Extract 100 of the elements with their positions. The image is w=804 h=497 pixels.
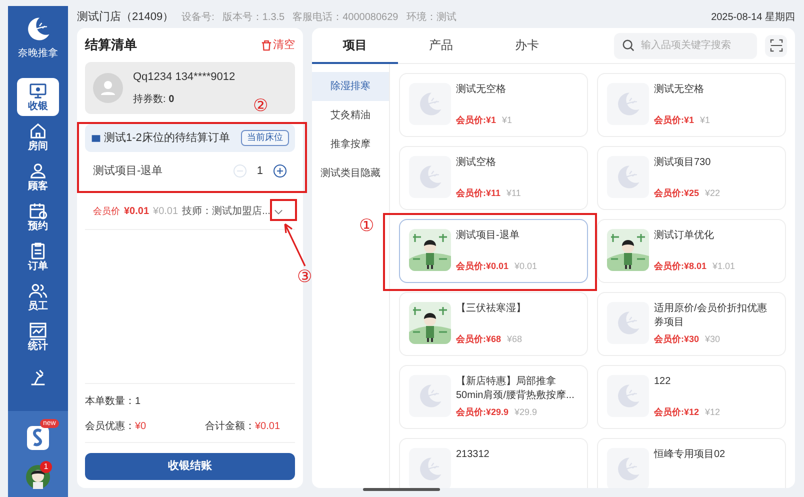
logo-text: 奈晚推拿 [18,46,58,61]
scan-button[interactable] [765,34,787,56]
item-card[interactable]: 213312 [399,438,588,488]
item-title: 测试项目-退单 [456,229,520,243]
nav-item[interactable]: 预约 [17,198,59,236]
member-price: 会员价:¥8.01 [654,260,707,272]
nav-item[interactable]: 房间 [17,118,59,156]
order-title: 测试1-2床位的待结算订单 [104,130,230,146]
item-card[interactable]: 测试无空格 会员价:¥1 ¥1 [597,73,786,137]
coupon-count: 持券数: 0 [133,92,176,107]
item-card[interactable]: 适用原价/会员价折扣优惠券项目 会员价:¥30 ¥30 [597,292,786,356]
original-price: ¥29.9 [514,406,538,418]
service-phone: 客服电话：4000080629 [292,10,398,24]
app-logo-icon[interactable] [26,425,50,451]
item-title: 恒峰专用项目02 [654,448,726,462]
chart-icon [28,321,48,341]
item-card[interactable]: 【新店特惠】局部推拿50min肩颈/腰背热敷按摩... 会员价:¥29.9 ¥29.9 [399,365,588,429]
original-price: ¥1 [502,114,512,126]
item-card[interactable]: 122 会员价:¥12 ¥12 [597,365,786,429]
item-name: 测试项目-退单 [93,164,163,179]
current-bed-button[interactable]: 当前床位 [241,130,289,146]
avatar-placeholder-icon [93,73,123,103]
item-card[interactable]: 测试项目-退单 会员价:¥0.01 ¥0.01 [399,219,588,283]
panel-title: 结算清单 [85,36,137,54]
original-price: ¥68 [507,332,522,346]
category-item[interactable]: 除湿排寒 [312,72,389,101]
search-input[interactable]: 输入品项关键字搜索 [641,38,741,53]
person-icon [28,161,48,181]
tab[interactable]: 办卡 [484,28,570,64]
tab[interactable]: 项目 [312,28,398,64]
category-item[interactable]: 推拿按摩 [312,130,389,159]
total-label: 合计金额： [205,420,255,434]
arrow [281,221,307,267]
original-price: ¥11 [506,186,521,200]
nav-item[interactable]: 收银 [17,78,59,116]
original-price: ¥30 [705,332,720,346]
price-label: 会员价 [93,204,120,218]
member-price: 会员价:¥0.01 [456,260,509,272]
original-price: ¥1.01 [712,260,736,272]
chevron-down-icon[interactable] [274,208,284,214]
tab[interactable]: 产品 [398,28,484,64]
member-price: 会员价:¥1 [456,114,496,126]
calendar-icon [28,201,48,221]
total-value: ¥0.01 [255,420,280,434]
original-price: ¥0.01 [514,260,538,272]
category-item[interactable]: 艾灸精油 [312,101,389,130]
search-field[interactable]: 输入品项关键字搜索 [614,32,757,58]
nav-item[interactable]: 订单 [17,238,59,276]
item-title: 测试无空格 [456,83,507,97]
discount-label: 会员优惠： [85,420,135,434]
checkout-button[interactable]: 收银结账 [85,453,295,480]
original-price: ¥0.01 [153,205,178,219]
item-count: 本单数量：1 [85,394,142,409]
quantity: 1 [256,164,263,179]
highlight-frame [270,199,297,221]
item-title: 测试空格 [456,156,497,170]
category-item[interactable]: 测试类目隐藏 [312,159,389,188]
store-name: 测试门店（21409） [77,10,174,25]
date-label: 2025-08-14 星期四 [711,10,795,24]
item-card[interactable]: 恒峰专用项目02 [597,438,786,488]
item-title: 【新店特惠】局部推拿50min肩颈/腰背热敷按摩... [456,375,576,403]
item-card[interactable]: 测试无空格 会员价:¥1 ¥1 [399,73,588,137]
version-label: 版本号：1.3.5 [222,10,285,24]
member-price: 会员价:¥12 [654,406,700,418]
member-price: 会员价:¥30 [654,332,700,346]
search-icon [622,39,635,52]
monitor-icon [28,81,48,101]
trash-icon [261,40,272,50]
nav-item[interactable]: 顾客 [17,158,59,196]
environment-label: 环境：测试 [406,10,456,24]
house-icon [28,121,48,141]
device-label: 设备号: [182,10,214,24]
clear-button[interactable]: 清空 [261,36,295,54]
item-card[interactable]: 【三伏祛寒湿】 会员价:¥68 ¥68 [399,292,588,356]
original-price: ¥22 [705,186,720,200]
item-title: 122 [654,375,672,389]
member-price: 会员价:¥11 [456,186,501,200]
item-title: 测试无空格 [654,83,705,97]
member-price: ¥0.01 [124,205,150,219]
item-title: 【三伏祛寒湿】 [456,302,527,316]
item-card[interactable]: 测试空格 会员价:¥11 ¥11 [399,146,588,210]
member-price: 会员价:¥68 [456,332,502,346]
notification-badge: 1 [40,461,52,473]
item-title: 适用原价/会员价折扣优惠券项目 [654,302,768,330]
discount-value: ¥0 [135,420,148,434]
original-price: ¥1 [700,114,710,126]
nav-item[interactable]: 统计 [17,318,59,356]
member-price: 会员价:¥1 [654,114,694,126]
item-card[interactable]: 测试项目730 会员价:¥25 ¥22 [597,146,786,210]
nav-item[interactable]: 员工 [17,278,59,316]
item-card[interactable]: 测试订单优化 会员价:¥8.01 ¥1.01 [597,219,786,283]
item-title: 测试项目730 [654,156,712,170]
scan-icon [770,39,782,52]
member-price: 会员价:¥25 [654,186,700,200]
member-price: 会员价:¥29.9 [456,406,509,418]
plus-button[interactable] [273,164,287,178]
step-number: ① [359,217,374,235]
original-price: ¥12 [705,406,720,418]
item-title: 213312 [456,448,490,462]
member-name: Qq1234 134****9012 [133,70,236,86]
